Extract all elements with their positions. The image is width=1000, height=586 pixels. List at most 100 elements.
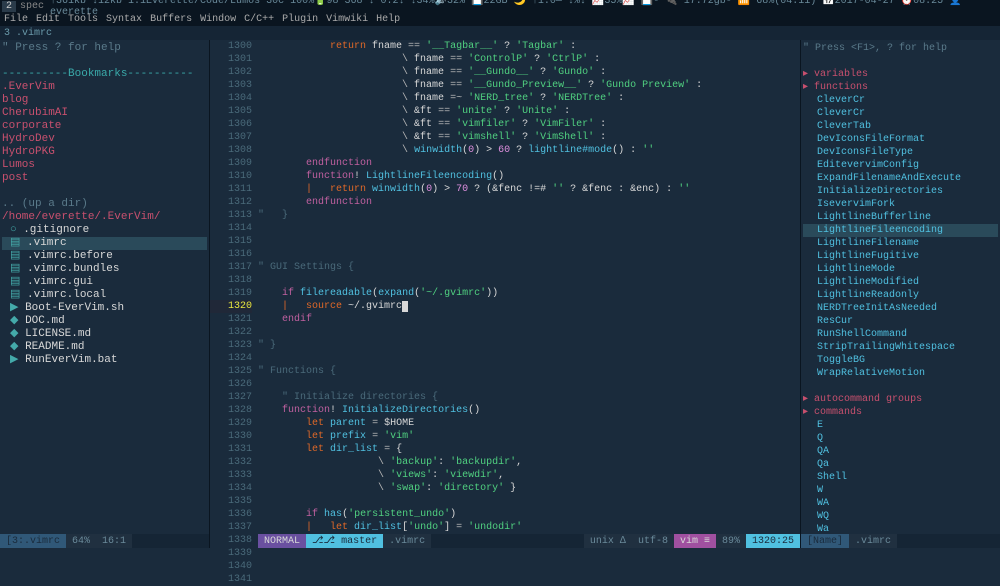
code-line[interactable] bbox=[258, 378, 800, 391]
tagbar-item[interactable]: LightlineFileencoding bbox=[803, 224, 998, 237]
bookmark-item[interactable]: HydroPKG bbox=[2, 146, 207, 159]
code-line[interactable]: endif bbox=[258, 313, 800, 326]
file-item[interactable]: ▤ .vimrc.before bbox=[2, 250, 207, 263]
code-line[interactable]: \ fname =~ 'NERD_tree' ? 'NERDTree' : bbox=[258, 92, 800, 105]
tagbar-item[interactable]: WrapRelativeMotion bbox=[803, 367, 998, 380]
file-item[interactable]: ○ .gitignore bbox=[2, 224, 207, 237]
menu-file[interactable]: File bbox=[4, 14, 28, 25]
code-line[interactable]: \ 'views': 'viewdir', bbox=[258, 469, 800, 482]
tagbar-item[interactable]: LightlineMode bbox=[803, 263, 998, 276]
bookmark-item[interactable]: CherubimAI bbox=[2, 107, 207, 120]
code-line[interactable]: let prefix = 'vim' bbox=[258, 430, 800, 443]
file-item[interactable]: ◆ README.md bbox=[2, 341, 207, 354]
file-item[interactable]: ◆ LICENSE.md bbox=[2, 328, 207, 341]
tagbar-item[interactable]: W bbox=[803, 484, 998, 497]
bookmark-item[interactable]: post bbox=[2, 172, 207, 185]
code-line[interactable]: \ fname == '__Gundo_Preview__' ? 'Gundo … bbox=[258, 79, 800, 92]
file-item[interactable]: ▶ RunEverVim.bat bbox=[2, 354, 207, 367]
file-item[interactable]: ▤ .vimrc bbox=[2, 237, 207, 250]
tagbar-item[interactable]: InitializeDirectories bbox=[803, 185, 998, 198]
code-line[interactable]: return fname == '__Tagbar__' ? 'Tagbar' … bbox=[258, 40, 800, 53]
code-line[interactable]: " Initialize directories { bbox=[258, 391, 800, 404]
file-item[interactable]: ▤ .vimrc.gui bbox=[2, 276, 207, 289]
code-line[interactable]: " } bbox=[258, 339, 800, 352]
tagbar-item[interactable]: EditevervimConfig bbox=[803, 159, 998, 172]
code-line[interactable]: \ &ft == 'vimshell' ? 'VimShell' : bbox=[258, 131, 800, 144]
code-line[interactable]: | source ~/.gvimrc bbox=[258, 300, 800, 313]
menu-tools[interactable]: Tools bbox=[68, 14, 98, 25]
workspace-indicator[interactable]: 2 bbox=[2, 1, 16, 12]
code-line[interactable]: | return winwidth(0) > 70 ? (&fenc !=# '… bbox=[258, 183, 800, 196]
tagbar-item[interactable]: Q bbox=[803, 432, 998, 445]
code-line[interactable]: if filereadable(expand('~/.gvimrc')) bbox=[258, 287, 800, 300]
tagbar-item[interactable]: WQ bbox=[803, 510, 998, 523]
bookmark-item[interactable]: Lumos bbox=[2, 159, 207, 172]
code-line[interactable]: \ 'backup': 'backupdir', bbox=[258, 456, 800, 469]
code-line[interactable] bbox=[258, 248, 800, 261]
menu-edit[interactable]: Edit bbox=[36, 14, 60, 25]
code-line[interactable] bbox=[258, 326, 800, 339]
tagbar-item[interactable]: LightlineReadonly bbox=[803, 289, 998, 302]
tagbar-item[interactable]: WA bbox=[803, 497, 998, 510]
code-line[interactable]: " Functions { bbox=[258, 365, 800, 378]
updir[interactable]: .. (up a dir) bbox=[2, 198, 207, 211]
tagbar-item[interactable]: CleverCr bbox=[803, 94, 998, 107]
code-line[interactable]: endfunction bbox=[258, 196, 800, 209]
code-line[interactable]: \ winwidth(0) > 60 ? lightline#mode() : … bbox=[258, 144, 800, 157]
tagbar-item[interactable]: DevIconsFileType bbox=[803, 146, 998, 159]
code-line[interactable]: \ fname == '__Gundo__' ? 'Gundo' : bbox=[258, 66, 800, 79]
tagbar-item[interactable]: StripTrailingWhitespace bbox=[803, 341, 998, 354]
tagbar-item[interactable]: DevIconsFileFormat bbox=[803, 133, 998, 146]
taskbar-search[interactable]: spec bbox=[18, 1, 46, 12]
tagbar-item[interactable]: QA bbox=[803, 445, 998, 458]
nerdtree-pane[interactable]: " Press ? for help ----------Bookmarks--… bbox=[0, 40, 210, 548]
tagbar-item[interactable]: CleverCr bbox=[803, 107, 998, 120]
code-line[interactable]: " } bbox=[258, 209, 800, 222]
code-line[interactable]: let dir_list = { bbox=[258, 443, 800, 456]
code-line[interactable] bbox=[258, 235, 800, 248]
code-line[interactable] bbox=[258, 495, 800, 508]
bookmark-item[interactable]: HydroDev bbox=[2, 133, 207, 146]
code-line[interactable]: \ 'swap': 'directory' } bbox=[258, 482, 800, 495]
code-line[interactable] bbox=[258, 274, 800, 287]
tagbar-item[interactable]: Qa bbox=[803, 458, 998, 471]
code-line[interactable]: \ &ft == 'vimfiler' ? 'VimFiler' : bbox=[258, 118, 800, 131]
code-line[interactable]: | let dir_list['undo'] = 'undodir' bbox=[258, 521, 800, 534]
bookmark-item[interactable]: blog bbox=[2, 94, 207, 107]
file-item[interactable]: ▶ Boot-EverVim.sh bbox=[2, 302, 207, 315]
tagbar-item[interactable]: E bbox=[803, 419, 998, 432]
code-line[interactable] bbox=[258, 222, 800, 235]
code-line[interactable]: endfunction bbox=[258, 157, 800, 170]
tagbar-section[interactable]: ▸ functions bbox=[803, 81, 998, 94]
menu-plugin[interactable]: Plugin bbox=[282, 14, 318, 25]
code-line[interactable]: let parent = $HOME bbox=[258, 417, 800, 430]
tagbar-item[interactable]: IsevervimFork bbox=[803, 198, 998, 211]
tagbar-item[interactable]: CleverTab bbox=[803, 120, 998, 133]
code-editor[interactable]: return fname == '__Tagbar__' ? 'Tagbar' … bbox=[258, 40, 800, 548]
code-line[interactable]: function! LightlineFileencoding() bbox=[258, 170, 800, 183]
code-line[interactable]: \ &ft == 'unite' ? 'Unite' : bbox=[258, 105, 800, 118]
tagbar-item[interactable]: ExpandFilenameAndExecute bbox=[803, 172, 998, 185]
tagbar-item[interactable]: ToggleBG bbox=[803, 354, 998, 367]
file-item[interactable]: ▤ .vimrc.local bbox=[2, 289, 207, 302]
tagbar-item[interactable]: LightlineFilename bbox=[803, 237, 998, 250]
menu-help[interactable]: Help bbox=[376, 14, 400, 25]
tagbar-section[interactable]: ▸ variables bbox=[803, 68, 998, 81]
tagbar-item[interactable]: LightlineFugitive bbox=[803, 250, 998, 263]
tagbar-item[interactable]: LightlineModified bbox=[803, 276, 998, 289]
file-item[interactable]: ◆ DOC.md bbox=[2, 315, 207, 328]
code-line[interactable]: \ fname == 'ControlP' ? 'CtrlP' : bbox=[258, 53, 800, 66]
root-dir[interactable]: /home/everette/.EverVim/ bbox=[2, 211, 207, 224]
tagbar-item[interactable]: Shell bbox=[803, 471, 998, 484]
bookmark-item[interactable]: corporate bbox=[2, 120, 207, 133]
menu-cpp[interactable]: C/C++ bbox=[244, 14, 274, 25]
buffer-tab[interactable]: 3 .vimrc bbox=[4, 28, 52, 39]
menu-syntax[interactable]: Syntax bbox=[106, 14, 142, 25]
bookmark-item[interactable]: .EverVim bbox=[2, 81, 207, 94]
tagbar-item[interactable]: LightlineBufferline bbox=[803, 211, 998, 224]
tagbar-section[interactable]: ▸ autocommand groups bbox=[803, 393, 998, 406]
menu-buffers[interactable]: Buffers bbox=[150, 14, 192, 25]
tagbar-section[interactable]: ▸ commands bbox=[803, 406, 998, 419]
tagbar-item[interactable]: ResCur bbox=[803, 315, 998, 328]
code-line[interactable]: if has('persistent_undo') bbox=[258, 508, 800, 521]
